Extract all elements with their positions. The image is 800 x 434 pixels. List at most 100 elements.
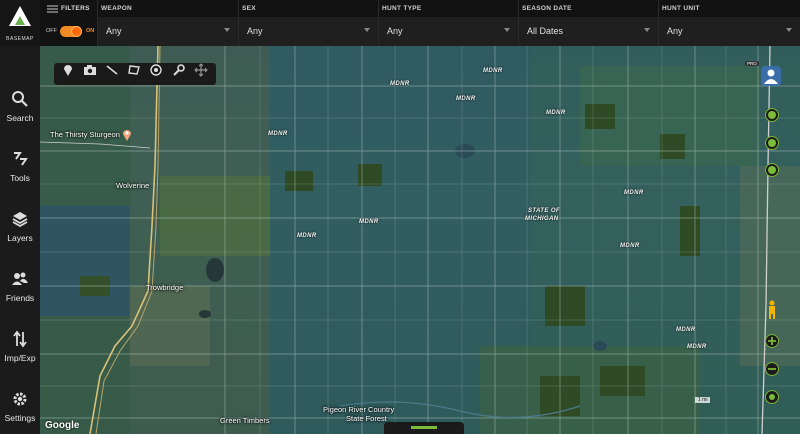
google-logo: Google [45,420,80,431]
tree-button[interactable] [765,108,779,122]
heart-icon [768,166,776,174]
question-icon [768,139,776,147]
land-label: MDNR [483,68,503,74]
filter-hunt-unit: HUNT UNIT Any [659,0,800,46]
map-pin-icon[interactable] [122,128,132,141]
help-button[interactable] [765,136,779,150]
land-label: MDNR [676,327,696,333]
place-trowbridge: Trowbridge [146,283,184,292]
filter-bar: FILTERS OFF ON WEAPON Any SEX Any HUNT T… [40,0,800,46]
friends-icon [12,272,28,285]
chevron-down-icon [644,28,650,32]
sidebar-item-friends[interactable]: Friends [0,270,40,320]
toggle-knob [72,27,81,36]
filter-label: WEAPON [101,5,133,12]
chevron-down-icon [786,28,792,32]
hunt-type-select[interactable]: Any [379,17,518,46]
camera-icon[interactable] [83,63,97,77]
filters-icon [47,5,58,13]
avatar[interactable] [761,66,781,86]
land-label: MDNR [546,110,566,116]
sidebar-item-import-export[interactable]: Imp/Exp [0,330,40,380]
hunt-unit-select[interactable]: Any [659,17,800,46]
filter-weapon: WEAPON Any [98,0,239,46]
sex-select[interactable]: Any [239,17,378,46]
gear-icon [13,392,27,406]
filter-label: HUNT UNIT [662,5,700,12]
state-label-line1: STATE OF [528,208,560,214]
filters-title: FILTERS [61,5,90,12]
select-value: Any [667,26,683,36]
chevron-down-icon [504,28,510,32]
tree-icon [768,111,776,119]
filter-season-date: SEASON DATE All Dates [519,0,659,46]
wrench-icon[interactable] [171,63,185,77]
filter-sex: SEX Any [239,0,379,46]
sidebar-item-layers[interactable]: Layers [0,210,40,260]
basemap-app: BASEMAP Search Tools Layers Friends Imp/… [0,0,800,434]
place-pigeon-river: Pigeon River Country [323,405,395,414]
minus-icon [768,368,776,370]
pro-badge: PRO [745,61,759,66]
plus-icon [768,337,776,345]
map-canvas [40,46,800,434]
toggle-off-label: OFF [46,28,57,34]
sidebar-item-settings[interactable]: Settings [0,390,40,434]
land-label: MDNR [297,233,317,239]
user-icon [764,69,778,84]
place-wolverine: Wolverine [116,181,150,190]
land-label: MDNR [268,131,288,137]
land-label: MDNR [687,344,707,350]
land-label: MDNR [456,96,476,102]
place-green-timbers: Green Timbers [220,416,270,425]
street-view-icon[interactable] [766,300,778,320]
select-value: Any [387,26,403,36]
basemap-logo[interactable]: BASEMAP [0,0,40,46]
satellite-map[interactable]: MDNR MDNR MDNR MDNR MDNR MDNR MDNR MDNR … [40,46,800,434]
sidebar-item-label: Imp/Exp [4,353,36,363]
filter-hunt-type: HUNT TYPE Any [379,0,519,46]
sidebar-item-label: Tools [10,173,30,183]
sidebar-item-label: Search [6,113,34,123]
place-sturgeon: The Thirsty Sturgeon [50,130,120,139]
select-value: All Dates [527,26,564,36]
marker-icon[interactable] [61,63,75,77]
season-date-select[interactable]: All Dates [519,17,658,46]
state-label-line2: MICHIGAN [525,216,559,222]
sidebar-item-label: Friends [5,293,35,303]
zoom-in-button[interactable] [765,334,779,348]
logo-text: BASEMAP [6,36,34,42]
place-state-forest: State Forest [346,414,387,423]
move-icon[interactable] [194,63,208,77]
weapon-select[interactable]: Any [98,17,238,46]
sidebar-item-label: Layers [7,233,33,243]
sidebar-item-tools[interactable]: Tools [0,150,40,200]
land-label: MDNR [390,81,410,87]
heart-button[interactable] [765,163,779,177]
radius-icon[interactable] [149,63,163,77]
filters-toggle[interactable] [60,26,82,37]
sidebar-item-search[interactable]: Search [0,90,40,140]
chevron-down-icon [224,28,230,32]
map-scale: 1 mi [695,397,711,403]
handle-bar [411,426,437,429]
land-label: MDNR [624,190,644,196]
zoom-out-button[interactable] [765,362,779,376]
sidebar-item-label: Settings [4,413,36,423]
line-icon[interactable] [105,63,119,77]
bottom-panel-handle[interactable] [384,422,464,434]
polygon-icon[interactable] [127,63,141,77]
layers-icon [12,212,28,228]
locate-button[interactable] [765,390,779,404]
select-value: Any [106,26,122,36]
select-value: Any [247,26,263,36]
filter-label: SEASON DATE [522,5,572,12]
logo-tree-icon [15,16,25,25]
tools-icon [14,152,28,166]
filter-label: SEX [242,5,256,12]
land-label: MDNR [620,243,640,249]
land-label: MDNR [359,219,379,225]
toggle-on-label: ON [86,28,95,34]
search-icon [12,91,28,107]
filter-label: HUNT TYPE [382,5,422,12]
